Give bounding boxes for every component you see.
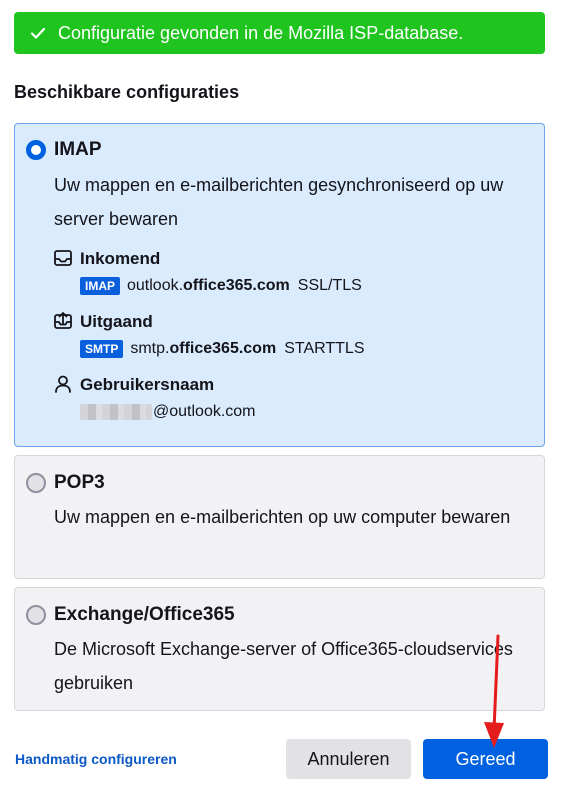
done-button[interactable]: Gereed: [423, 739, 548, 779]
inbox-icon: [53, 248, 73, 268]
incoming-security: SSL/TLS: [297, 277, 362, 294]
outgoing-host-prefix: smtp.: [130, 340, 170, 357]
outgoing-security: STARTTLS: [284, 340, 365, 357]
user-icon: [53, 374, 73, 394]
redacted-username: [80, 404, 152, 420]
cancel-button[interactable]: Annuleren: [286, 739, 411, 779]
radio-exchange[interactable]: [26, 605, 46, 625]
option-exchange-description: De Microsoft Exchange-server of Office36…: [54, 639, 513, 693]
incoming-server-row: IMAP outlook. office365.com SSL/TLS: [80, 277, 362, 295]
success-banner: Configuratie gevonden in de Mozilla ISP-…: [14, 12, 545, 54]
option-imap-title: IMAP: [54, 139, 102, 160]
option-imap[interactable]: IMAP Uw mappen en e-mailberichten gesync…: [14, 123, 545, 447]
option-exchange-title: Exchange/Office365: [54, 604, 235, 625]
incoming-host-domain: office365.com: [183, 277, 290, 294]
incoming-title: Inkomend: [80, 249, 161, 268]
option-pop3-title: POP3: [54, 472, 105, 493]
incoming-host-prefix: outlook.: [127, 277, 184, 294]
outgoing-protocol-badge: SMTP: [80, 340, 124, 358]
option-imap-description: Uw mappen en e-mailberichten gesynchroni…: [54, 175, 504, 229]
outgoing-host-domain: office365.com: [169, 340, 277, 357]
outgoing-server-row: SMTP smtp. office365.com STARTTLS: [80, 340, 365, 358]
radio-pop3[interactable]: [26, 473, 46, 493]
outbox-icon: [53, 311, 73, 331]
radio-imap[interactable]: [26, 140, 46, 160]
option-pop3-description: Uw mappen en e-mailberichten op uw compu…: [54, 507, 511, 527]
section-title: Beschikbare configuraties: [14, 82, 240, 102]
option-pop3[interactable]: POP3 Uw mappen en e-mailberichten op uw …: [14, 455, 545, 579]
username-row: @outlook.com: [80, 403, 256, 421]
check-icon: [30, 25, 46, 41]
manual-config-link[interactable]: Handmatig configureren: [15, 751, 177, 767]
username-title: Gebruikersnaam: [80, 375, 215, 394]
option-exchange[interactable]: Exchange/Office365 De Microsoft Exchange…: [14, 587, 545, 711]
banner-text: Configuratie gevonden in de Mozilla ISP-…: [58, 22, 464, 43]
username-domain: @outlook.com: [153, 403, 256, 420]
incoming-protocol-badge: IMAP: [80, 277, 120, 295]
outgoing-title: Uitgaand: [80, 312, 153, 331]
